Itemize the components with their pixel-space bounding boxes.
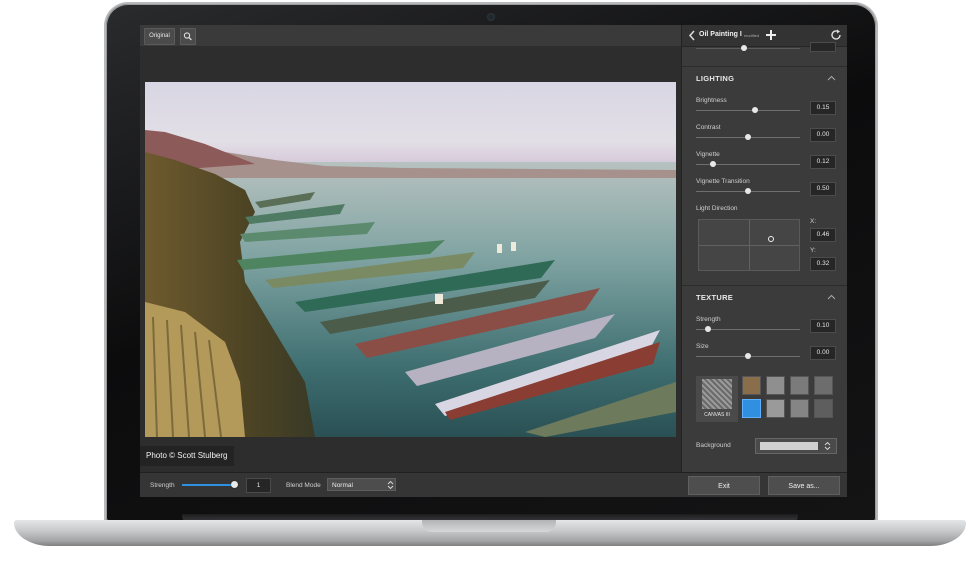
webcam: [488, 14, 494, 20]
background-swatch: [760, 442, 818, 450]
texture-thumb-selected[interactable]: CANVAS III: [696, 376, 738, 422]
chevron-left-icon[interactable]: [688, 30, 696, 41]
zoom-button[interactable]: [180, 28, 196, 45]
texture-size-value[interactable]: 0.00: [810, 346, 836, 360]
strength-slider-knob[interactable]: [230, 481, 238, 488]
vignette-slider-knob[interactable]: [709, 161, 716, 167]
lighting-section-header[interactable]: LIGHTING: [682, 66, 847, 89]
adjustments-panel: Oil Painting I modified LIGHTING Brightn…: [681, 25, 847, 472]
scroll-remnant-track: [696, 48, 800, 49]
light-x-value[interactable]: 0.46: [810, 228, 836, 242]
chevron-up-icon: [827, 75, 836, 81]
brightness-track[interactable]: [696, 110, 800, 111]
brightness-slider-knob[interactable]: [752, 107, 759, 113]
vignette-transition-label: Vignette Transition: [696, 178, 750, 185]
texture-section-header[interactable]: TEXTURE: [682, 285, 847, 308]
texture-size-label: Size: [696, 343, 709, 350]
preset-name: Oil Painting I: [699, 31, 742, 38]
texture-size-slider-knob[interactable]: [745, 353, 751, 359]
chevron-updown-icon: [824, 441, 831, 451]
contrast-value[interactable]: 0.00: [810, 128, 836, 142]
light-direction-label: Light Direction: [696, 205, 738, 212]
light-y-value[interactable]: 0.32: [810, 257, 836, 271]
background-color-select[interactable]: [755, 438, 837, 454]
contrast-label: Contrast: [696, 124, 721, 131]
light-y-label: Y:: [810, 247, 816, 254]
light-direction-handle[interactable]: [768, 236, 774, 242]
texture-thumb[interactable]: [742, 376, 761, 395]
texture-thumb[interactable]: [814, 399, 833, 418]
bottom-bar: Strength 1 Blend Mode Normal Exit Save a…: [140, 472, 847, 497]
scroll-remnant-knob: [741, 45, 747, 51]
strength-label: Strength: [150, 482, 175, 489]
vignette-transition-value[interactable]: 0.50: [810, 182, 836, 196]
texture-thumb-highlighted[interactable]: [742, 399, 761, 418]
painted-photo-image: [145, 82, 676, 437]
scroll-remnant-box: [810, 42, 836, 52]
texture-strength-slider-knob[interactable]: [705, 326, 712, 332]
vignette-transition-slider-knob[interactable]: [745, 188, 751, 194]
vignette-value[interactable]: 0.12: [810, 155, 836, 169]
brightness-label: Brightness: [696, 97, 727, 104]
photo-credit: Photo © Scott Stulberg: [140, 446, 234, 466]
texture-grid: CANVAS III: [696, 376, 836, 422]
save-as-button[interactable]: Save as...: [768, 476, 840, 495]
plus-icon[interactable]: [765, 29, 777, 41]
chevron-updown-icon: [387, 480, 394, 490]
light-x-label: X:: [810, 218, 817, 225]
strength-fill: [182, 484, 234, 486]
pad-horizontal-guide: [699, 245, 799, 246]
top-toolbar: Original: [140, 25, 681, 46]
blend-mode-label: Blend Mode: [286, 482, 321, 489]
texture-strength-track[interactable]: [696, 329, 800, 330]
laptop-notch: [422, 520, 556, 532]
original-button[interactable]: Original: [144, 28, 175, 45]
blend-mode-value: Normal: [332, 482, 353, 489]
exit-button[interactable]: Exit: [688, 476, 760, 495]
app-screen: Original Photo © Scott Stulberg Oil Pain…: [140, 25, 847, 497]
light-direction-pad[interactable]: [698, 219, 800, 271]
painted-photo[interactable]: [145, 82, 676, 437]
lighting-title: LIGHTING: [696, 74, 735, 83]
selected-texture-label: CANVAS III: [704, 412, 730, 418]
texture-thumb[interactable]: [790, 399, 809, 418]
texture-thumb[interactable]: [790, 376, 809, 395]
contrast-slider-knob[interactable]: [745, 134, 751, 140]
vignette-label: Vignette: [696, 151, 720, 158]
texture-thumb[interactable]: [766, 376, 785, 395]
blend-mode-select[interactable]: Normal: [327, 478, 396, 491]
texture-strength-label: Strength: [696, 316, 721, 323]
strength-input[interactable]: 1: [246, 478, 271, 493]
preset-state: modified: [744, 33, 760, 38]
chevron-up-icon: [827, 294, 836, 300]
texture-thumb[interactable]: [814, 376, 833, 395]
magnifier-icon: [183, 32, 192, 41]
texture-strength-value[interactable]: 0.10: [810, 319, 836, 333]
refresh-icon[interactable]: [830, 29, 842, 41]
canvas-iii-swatch: [702, 379, 732, 409]
background-label: Background: [696, 442, 731, 449]
texture-thumb[interactable]: [766, 399, 785, 418]
brightness-value[interactable]: 0.15: [810, 101, 836, 115]
texture-title: TEXTURE: [696, 293, 734, 302]
